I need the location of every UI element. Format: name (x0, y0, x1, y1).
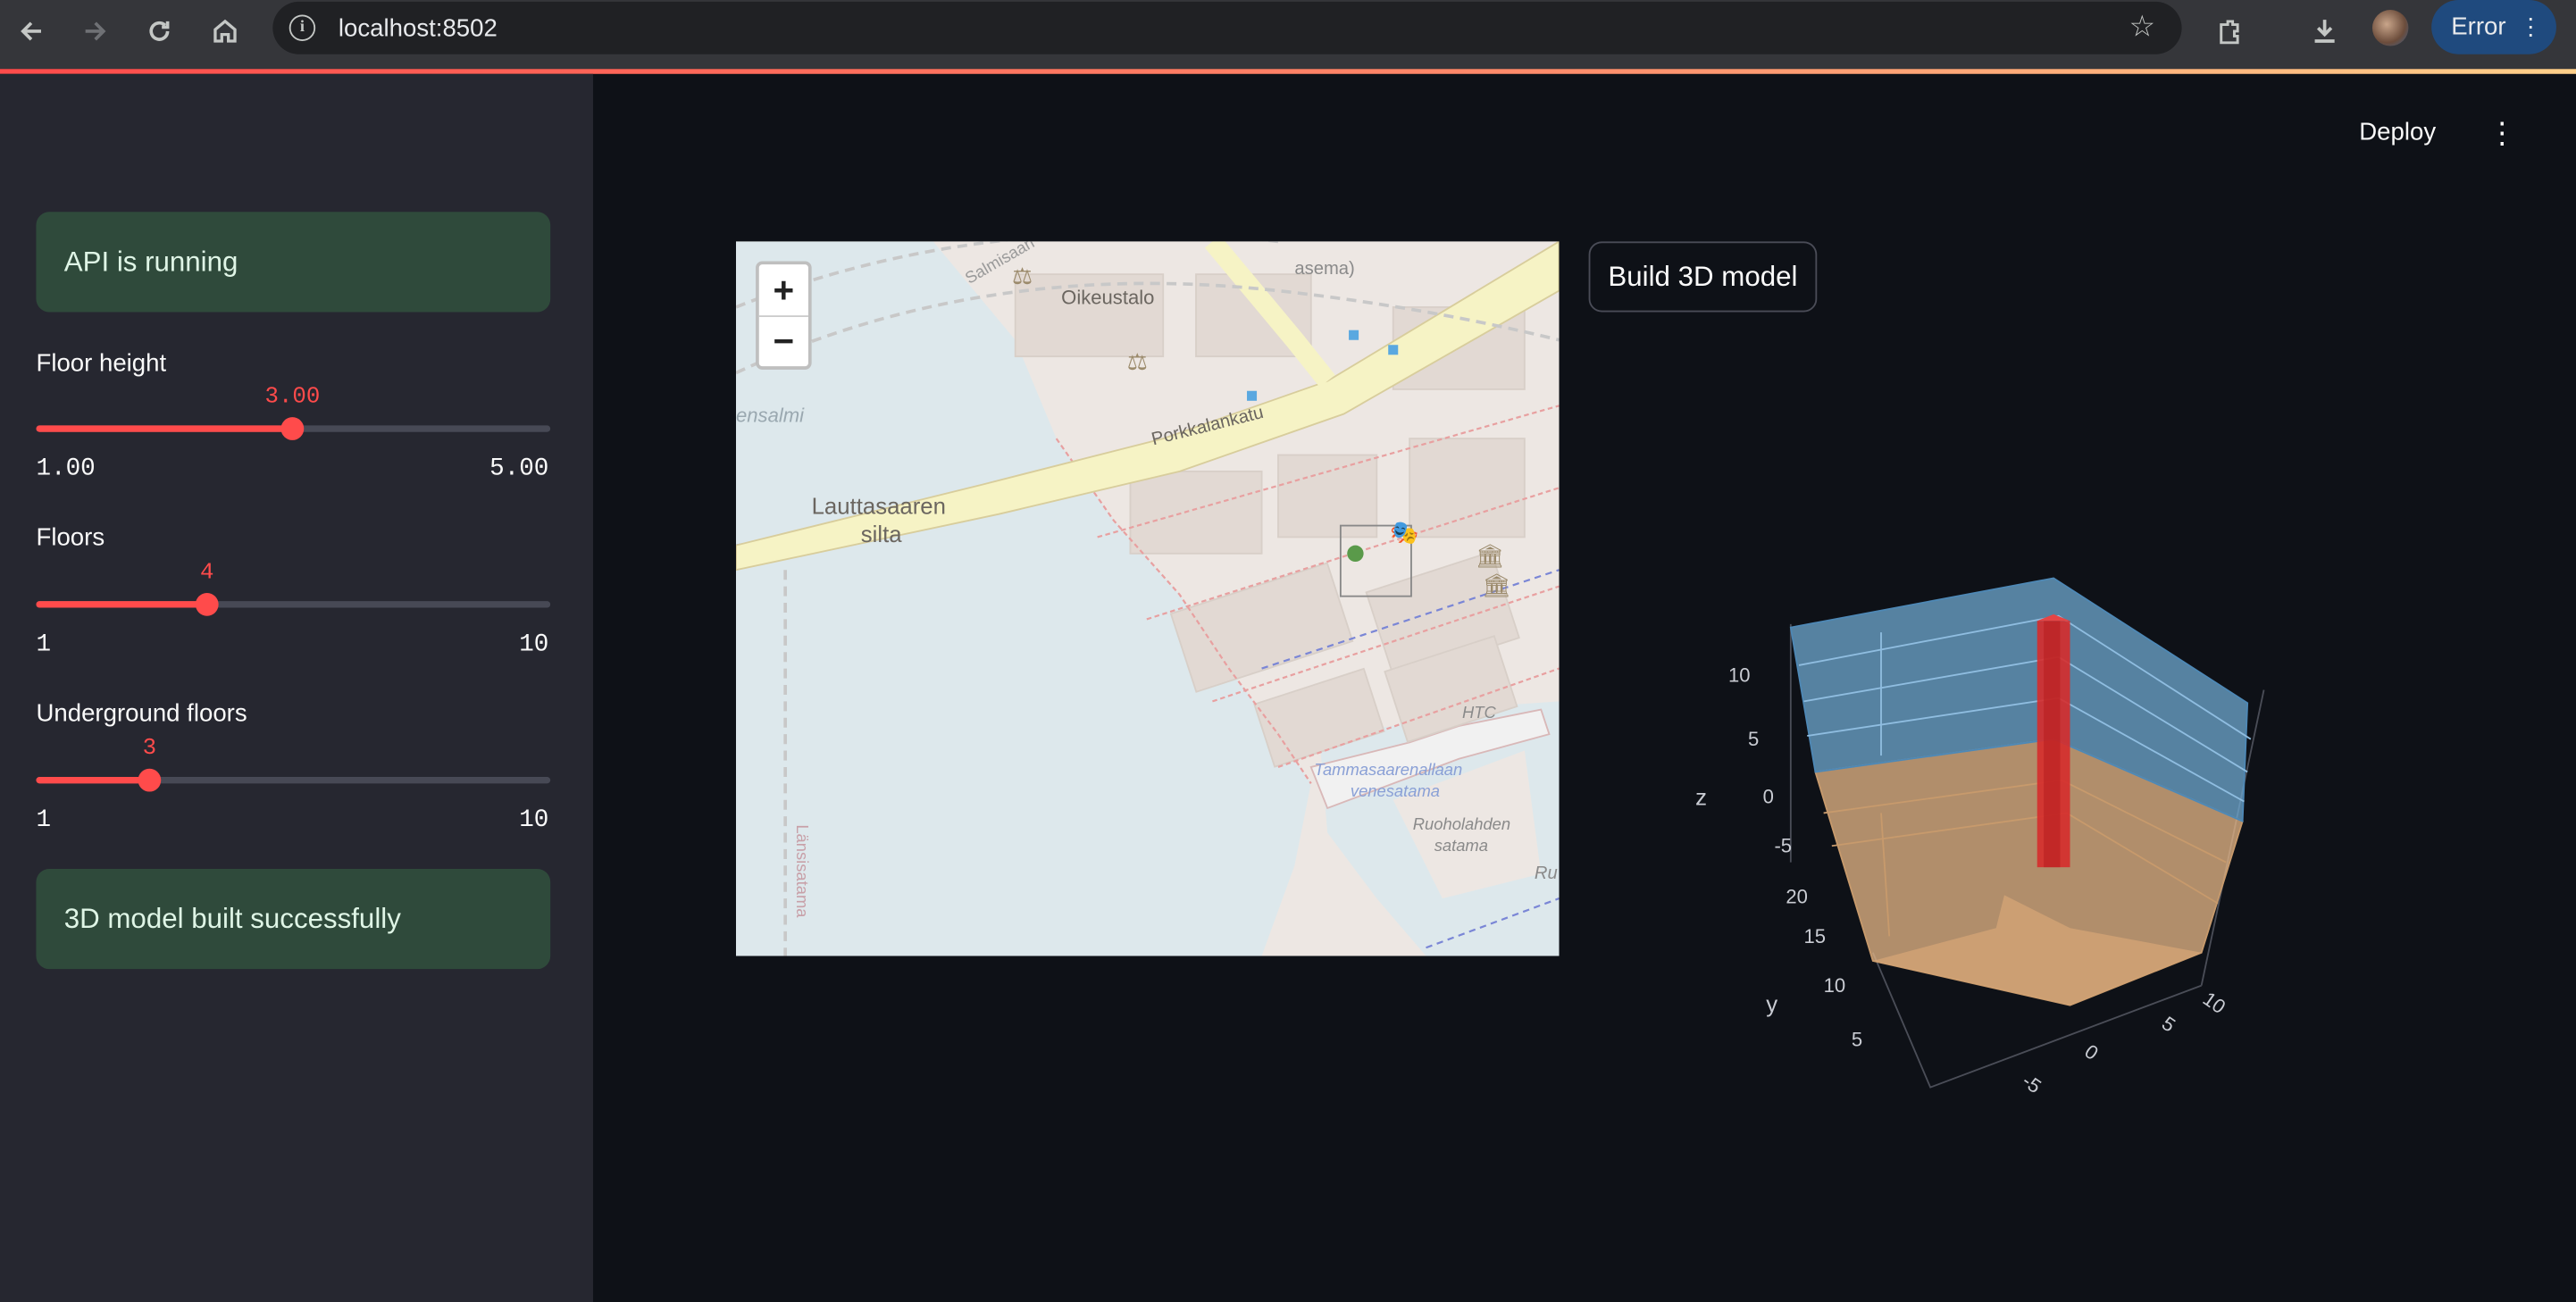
underground-floors-label: Underground floors (36, 699, 247, 728)
x-tick-label: 10 (2199, 988, 2229, 1019)
api-status-alert: API is running (36, 212, 551, 313)
build-3d-model-label: Build 3D model (1608, 260, 1798, 292)
floor-height-label: Floor height (36, 349, 167, 379)
browser-menu-icon[interactable]: ⋮ (2519, 13, 2542, 41)
y-tick-label: 15 (1804, 925, 1827, 947)
underground-floors-max: 10 (519, 806, 549, 835)
map-label-htc: HTC (1462, 703, 1496, 722)
svg-text:⚖: ⚖ (1012, 263, 1033, 290)
y-tick-label: 20 (1786, 886, 1808, 908)
underground-floors-min: 1 (36, 806, 52, 835)
x-tick-label: -5 (2018, 1070, 2045, 1098)
map-label-oikeustalo: Oikeustalo (1061, 286, 1154, 308)
floors-slider[interactable] (36, 592, 551, 616)
bookmark-star-icon[interactable]: ☆ (2129, 10, 2155, 45)
zoom-out-button[interactable]: − (758, 315, 808, 366)
y-axis-label: y (1766, 992, 1777, 1017)
download-icon[interactable] (2306, 13, 2342, 49)
error-label: Error (2451, 13, 2506, 41)
slider-fill (36, 425, 293, 432)
floor-height-min: 1.00 (36, 455, 96, 483)
sidebar: API is running Floor height 3.00 1.00 5.… (0, 73, 593, 1302)
underground-floors-value: 3 (142, 736, 157, 763)
z-tick-label: -5 (1774, 835, 1792, 857)
floor-height-slider[interactable] (36, 417, 551, 440)
build-status-alert: 3D model built successfully (36, 868, 551, 970)
svg-text:🏛: 🏛 (1482, 572, 1511, 599)
y-tick-label: 5 (1852, 1029, 1862, 1051)
y-tick-label: 10 (1824, 974, 1846, 997)
floors-value: 4 (200, 560, 214, 587)
slider-fill (36, 776, 150, 784)
slider-thumb[interactable] (280, 417, 305, 440)
map-label-marina-2: venesatama (1351, 781, 1440, 800)
url-text: localhost:8502 (338, 14, 498, 43)
floor-height-max: 5.00 (489, 455, 549, 483)
3d-model-plot[interactable]: 10 5 0 -5 20 15 10 5 10 5 0 -5 z y (1660, 542, 2300, 1117)
underground-floors-slider[interactable] (36, 768, 551, 792)
floors-max: 10 (519, 630, 549, 659)
build-3d-model-button[interactable]: Build 3D model (1588, 241, 1818, 313)
z-tick-label: 5 (1748, 728, 1759, 750)
browser-toolbar: i localhost:8502 ☆ Error ⋮ (0, 0, 2576, 70)
extensions-icon[interactable] (2212, 13, 2247, 49)
3d-model-canvas: 10 5 0 -5 20 15 10 5 10 5 0 -5 z y (1695, 577, 2265, 1098)
api-status-text: API is running (63, 245, 238, 277)
map-label-ruoholahden-1: Ruoholahden (1413, 814, 1510, 833)
floor-height-value: 3.00 (264, 384, 321, 411)
home-icon[interactable] (207, 13, 243, 49)
z-tick-label: 10 (1728, 664, 1751, 686)
svg-text:🎭: 🎭 (1390, 520, 1418, 547)
slider-fill (36, 601, 207, 608)
floors-min: 1 (36, 630, 52, 659)
map-label-asema: asema) (1294, 259, 1354, 279)
map[interactable]: ⚖ ⚖ 🏛 🏛 🎭 Oikeustalo Lauttasaaren silta … (736, 241, 1560, 956)
map-label-bridge-2: silta (861, 522, 902, 547)
x-tick-label: 0 (2080, 1039, 2102, 1064)
map-label-bridge-1: Lauttasaaren (812, 495, 946, 520)
slider-thumb[interactable] (195, 592, 219, 616)
profile-avatar[interactable] (2371, 10, 2409, 46)
floors-label: Floors (36, 523, 105, 553)
svg-text:⚖: ⚖ (1127, 349, 1148, 376)
reload-icon[interactable] (141, 13, 177, 49)
map-label-ruoholahden-2: satama (1434, 836, 1488, 855)
map-label-ru: Ru (1535, 864, 1558, 883)
address-bar[interactable]: i localhost:8502 ☆ (272, 1, 2182, 54)
error-button[interactable]: Error ⋮ (2431, 0, 2556, 54)
x-tick-label: 5 (2158, 1012, 2179, 1037)
build-status-text: 3D model built successfully (63, 902, 401, 934)
main-menu-icon[interactable]: ⋮ (2488, 115, 2517, 151)
map-tiles: ⚖ ⚖ 🏛 🏛 🎭 Oikeustalo Lauttasaaren silta … (736, 241, 1560, 956)
forward-icon[interactable] (77, 13, 113, 49)
site-info-icon[interactable]: i (289, 14, 316, 41)
z-tick-label: 0 (1763, 785, 1774, 807)
map-label-ensalmi: ensalmi (736, 405, 805, 427)
map-label-marina-1: Tammasaarenallaan (1314, 760, 1462, 779)
map-label-lansisatama: Länsisatama (793, 824, 812, 918)
deploy-button[interactable]: Deploy (2359, 118, 2436, 146)
back-icon[interactable] (13, 13, 49, 49)
svg-text:🏛: 🏛 (1476, 543, 1505, 570)
z-axis-label: z (1695, 785, 1707, 810)
slider-thumb[interactable] (138, 768, 162, 792)
map-zoom-control: + − (756, 261, 812, 370)
zoom-in-button[interactable]: + (759, 264, 808, 315)
